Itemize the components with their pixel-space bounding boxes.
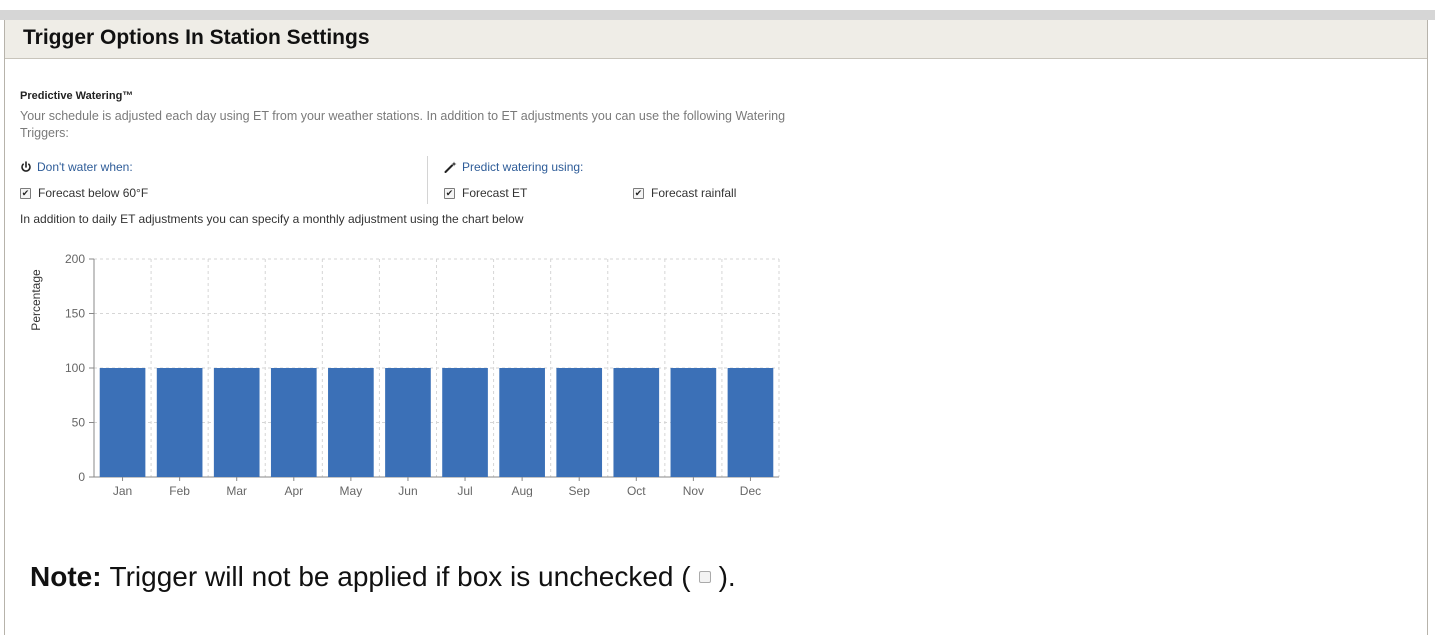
section-description: Your schedule is adjusted each day using… xyxy=(20,109,786,140)
x-tick-label: Sep xyxy=(569,484,591,497)
y-tick-label: 0 xyxy=(78,470,85,484)
unchecked-checkbox-icon xyxy=(698,571,711,583)
chart-y-labels: 0 50 100 150 200 xyxy=(65,252,85,484)
top-strip xyxy=(0,10,1435,20)
x-tick-label: Jul xyxy=(457,484,472,497)
section-title: Predictive Watering™ xyxy=(20,90,134,102)
dont-water-label: Don't water when: xyxy=(37,160,133,174)
magic-wand-icon xyxy=(444,161,457,173)
note-bold: Note: xyxy=(30,561,102,592)
bar-jun[interactable] xyxy=(385,368,431,477)
bar-feb[interactable] xyxy=(156,368,203,477)
x-tick-label: Nov xyxy=(683,484,704,497)
bar-aug[interactable] xyxy=(499,368,545,477)
monthly-adjustment-text: In addition to daily ET adjustments you … xyxy=(20,212,524,226)
bar-jul[interactable] xyxy=(442,368,488,477)
x-tick-label: Dec xyxy=(740,484,761,497)
x-tick-label: Aug xyxy=(511,484,532,497)
x-tick-label: Oct xyxy=(627,484,646,497)
note-text: Trigger will not be applied if box is un… xyxy=(109,561,691,592)
bar-nov[interactable] xyxy=(670,368,717,477)
x-tick-label: Mar xyxy=(226,484,247,497)
trigger-forecast-rainfall[interactable]: ✔ Forecast rainfall xyxy=(633,186,736,200)
trigger-forecast-et[interactable]: ✔ Forecast ET xyxy=(444,186,527,200)
y-tick-label: 100 xyxy=(65,361,85,375)
note: Note: Trigger will not be applied if box… xyxy=(30,561,736,593)
x-tick-label: Jun xyxy=(398,484,417,497)
y-tick-label: 150 xyxy=(65,307,85,321)
trigger-forecast-below[interactable]: ✔ Forecast below 60°F xyxy=(20,186,148,200)
predict-label: Predict watering using: xyxy=(462,160,584,174)
checkbox-label: Forecast rainfall xyxy=(651,186,737,200)
column-divider xyxy=(427,156,428,204)
bar-jan[interactable] xyxy=(99,368,146,477)
predict-heading: Predict watering using: xyxy=(444,160,583,174)
checkbox-forecast-rainfall[interactable]: ✔ xyxy=(633,187,644,199)
note-text-end: ). xyxy=(718,561,736,592)
bar-dec[interactable] xyxy=(727,368,774,477)
panel-title: Trigger Options In Station Settings xyxy=(23,26,370,49)
bar-mar[interactable] xyxy=(213,368,260,477)
x-tick-label: May xyxy=(340,484,363,497)
y-tick-label: 50 xyxy=(72,416,86,430)
chart-x-labels: Jan Feb Mar Apr May Jun Jul Aug Sep Oct Nov Dec xyxy=(113,484,761,497)
dont-water-heading: Don't water when: xyxy=(20,160,133,174)
x-tick-label: Feb xyxy=(169,484,190,497)
monthly-adjustment-chart[interactable]: 0 50 100 150 200 Jan Feb Mar Apr May Jun Jul Aug Sep… xyxy=(20,227,795,497)
x-tick-label: Apr xyxy=(284,484,303,497)
checkbox-forecast-et[interactable]: ✔ xyxy=(444,187,455,199)
bar-may[interactable] xyxy=(328,368,374,477)
checkbox-label: Forecast ET xyxy=(462,186,528,200)
bar-apr[interactable] xyxy=(270,368,317,477)
y-axis-title: Percentage xyxy=(29,269,43,331)
panel-header: Trigger Options In Station Settings xyxy=(5,20,1427,59)
bar-oct[interactable] xyxy=(613,368,660,477)
checkbox-forecast-below[interactable]: ✔ xyxy=(20,187,31,199)
power-icon xyxy=(21,161,31,172)
y-tick-label: 200 xyxy=(65,252,85,266)
x-tick-label: Jan xyxy=(113,484,132,497)
bar-sep[interactable] xyxy=(556,368,603,477)
checkbox-label: Forecast below 60°F xyxy=(38,186,149,200)
